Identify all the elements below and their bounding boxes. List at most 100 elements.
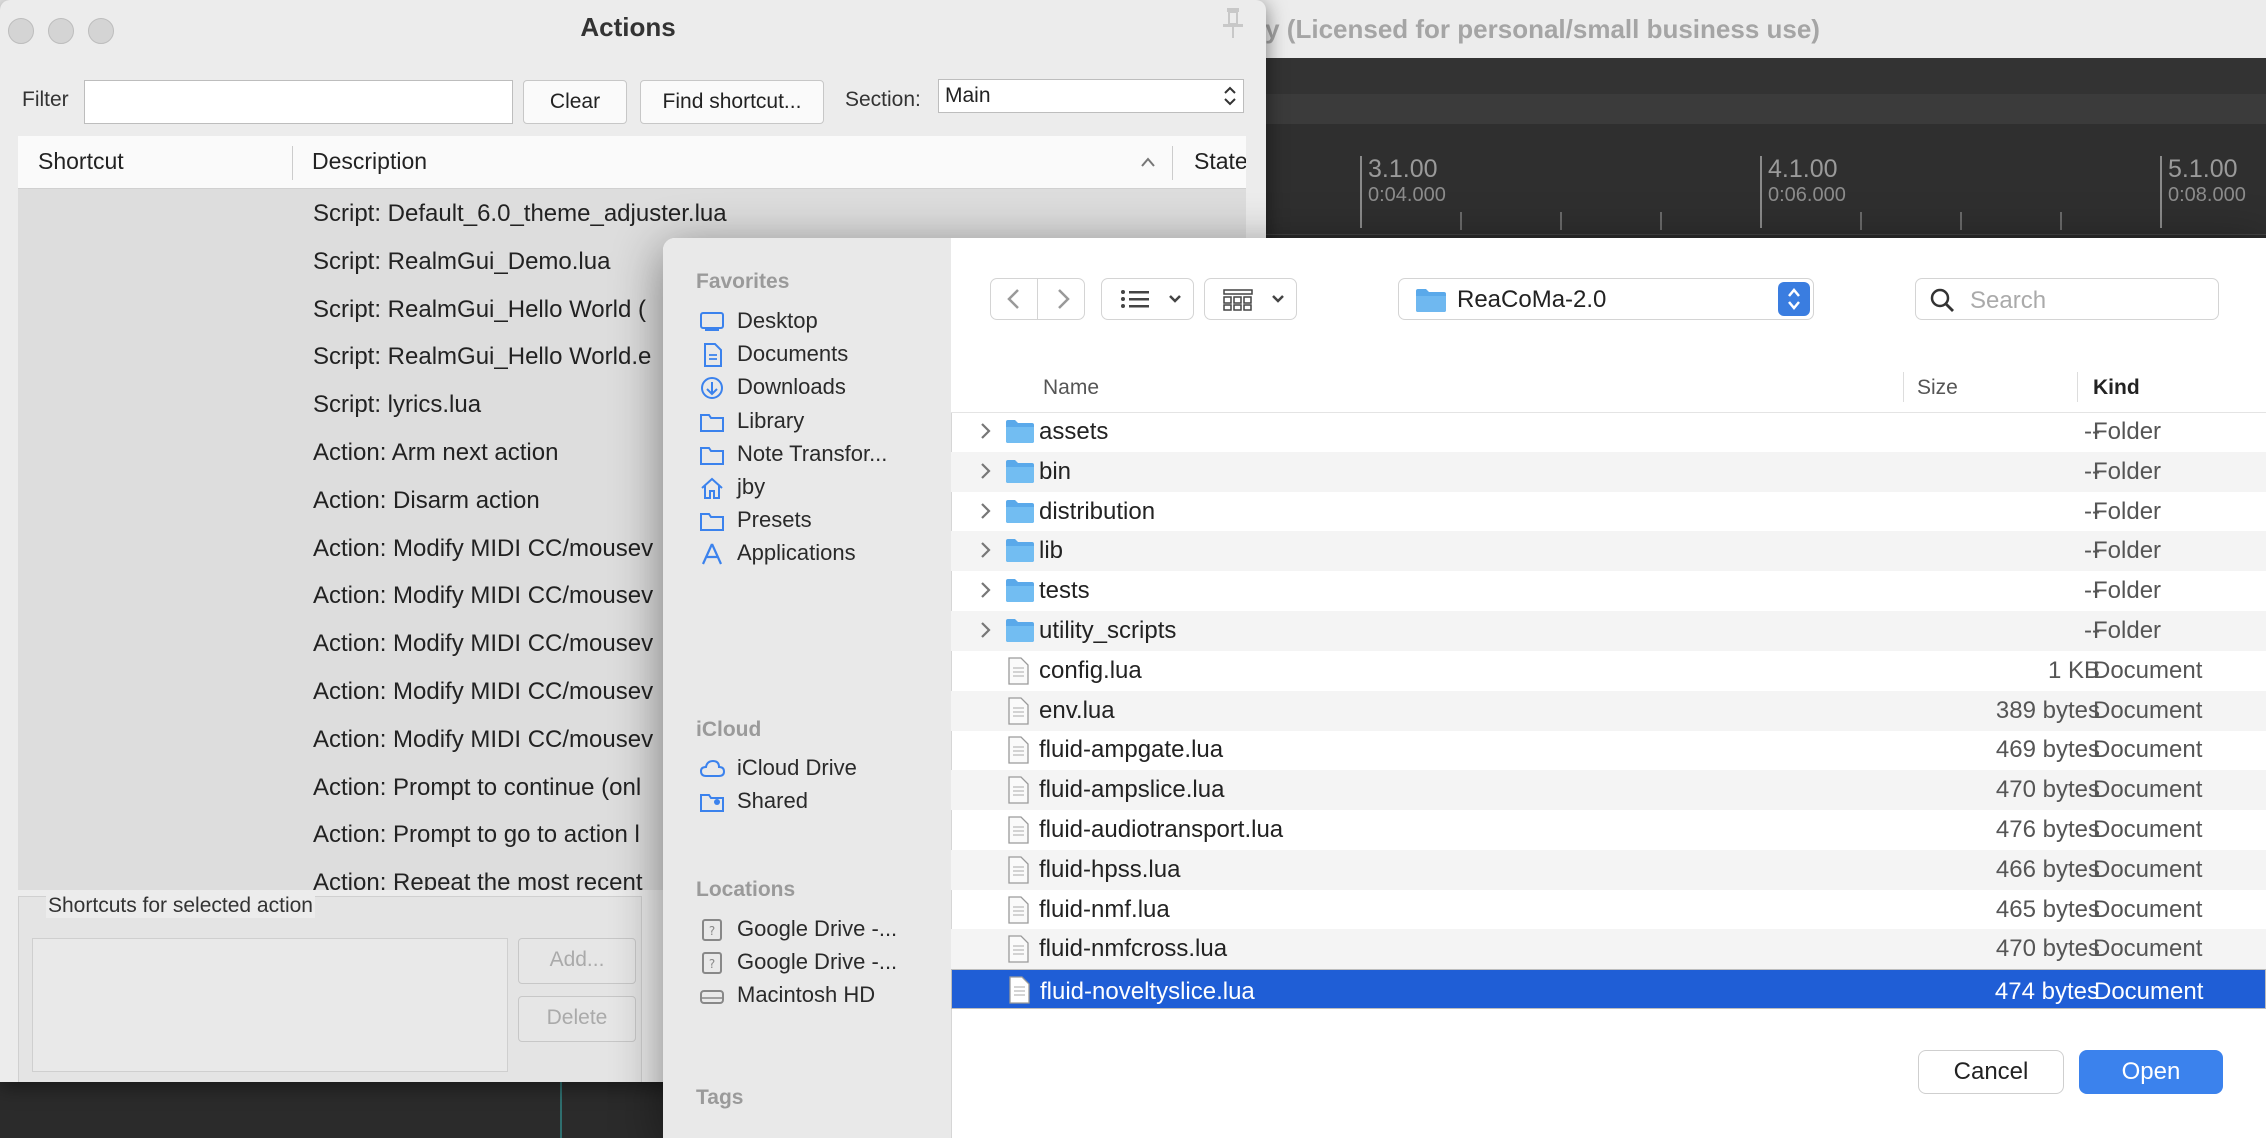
folder-row[interactable]: lib -- Folder [951,531,2266,572]
disclosure-triangle-icon[interactable] [979,621,991,639]
action-row[interactable]: Action: Arm next action [313,439,558,467]
file-name: fluid-noveltyslice.lua [1040,978,1255,1006]
action-row[interactable]: Action: Prompt to go to action l [313,821,640,849]
sidebar-item-label: iCloud Drive [737,755,857,780]
sidebar-item-label: Library [737,407,805,433]
file-row[interactable]: fluid-noveltyslice.lua 474 bytes Document [951,969,2266,1010]
section-select[interactable]: Main [938,79,1244,113]
disclosure-triangle-icon[interactable] [979,541,991,559]
action-row[interactable]: Script: RealmGui_Demo.lua [313,248,610,276]
file-row[interactable]: fluid-ampslice.lua 470 bytes Document [951,770,2266,811]
sidebar-item[interactable]: Downloads [699,369,939,405]
file-list[interactable]: assets -- Folder bin -- Folder distribution -- F… [951,412,2266,1010]
action-row[interactable]: Action: Prompt to continue (onl [313,774,641,802]
sidebar-item[interactable]: iCloud Drive [699,750,939,786]
file-kind: Document [2093,935,2203,963]
action-row[interactable]: Action: Modify MIDI CC/mousev [313,535,653,563]
folder-row[interactable]: distribution -- Folder [951,492,2266,532]
add-shortcut-button[interactable]: Add... [518,938,636,984]
sidebar-item[interactable]: Macintosh HD [699,977,939,1013]
file-row[interactable]: env.lua 389 bytes Document [951,690,2266,731]
file-name: fluid-ampslice.lua [1039,776,1225,804]
filter-input[interactable] [84,80,513,124]
file-kind: Document [2093,736,2203,764]
sidebar-item[interactable]: Note Transfor... [699,436,939,472]
file-name: fluid-audiotransport.lua [1039,816,1284,843]
list-view-button[interactable] [1101,278,1194,320]
delete-shortcut-button[interactable]: Delete [518,996,636,1042]
back-button[interactable] [990,278,1038,320]
folder-row[interactable]: bin -- Folder [951,451,2266,492]
cancel-button[interactable]: Cancel [1918,1050,2064,1094]
ruler-tick [2060,212,2062,230]
file-row[interactable]: config.lua 1 KB Document [951,651,2266,691]
sidebar-item-label: jby [737,474,766,499]
column-header-kind[interactable]: Kind [2093,376,2140,400]
file-size: 389 bytes [1995,696,2100,724]
file-row[interactable]: fluid-nmfcross.lua 470 bytes Document [951,929,2266,970]
action-row[interactable]: Script: Default_6.0_theme_adjuster.lua [313,200,727,228]
file-name: fluid-ampgate.lua [1039,736,1224,764]
document-icon [1008,776,1029,804]
folder-icon [1006,579,1034,603]
sidebar-item[interactable]: Library [699,403,939,439]
file-row[interactable]: fluid-nmf.lua 465 bytes Document [951,890,2266,930]
action-row[interactable]: Action: Modify MIDI CC/mousev [313,582,653,610]
sidebar-item[interactable]: Presets [699,502,939,538]
disclosure-triangle-icon[interactable] [979,581,991,599]
folder-row[interactable]: assets -- Folder [951,412,2266,452]
column-header-name[interactable]: Name [1043,376,1099,400]
open-button[interactable]: Open [2079,1050,2223,1094]
folder-icon [1006,499,1034,523]
sidebar-item[interactable]: Shared [699,783,939,819]
action-row[interactable]: Script: RealmGui_Hello World.e [313,343,651,371]
sidebar-item[interactable]: Desktop [699,303,939,339]
sidebar-item[interactable]: Applications [699,535,939,571]
ruler-tick [1660,212,1662,230]
svg-text:?: ? [709,924,715,938]
action-row[interactable]: Script: lyrics.lua [313,391,481,419]
list-view-icon [1121,290,1149,308]
file-row[interactable]: fluid-audiotransport.lua 476 bytes Documen… [951,810,2266,850]
folder-row[interactable]: utility_scripts -- Folder [951,611,2266,651]
dialog-toolbar: ReaCoMa-2.0 Search [951,238,2266,363]
home-icon [701,477,723,499]
file-name: env.lua [1039,696,1115,724]
pin-icon[interactable] [1218,6,1248,40]
sidebar-item[interactable]: jby [699,469,939,505]
file-row[interactable]: fluid-hpss.lua 466 bytes Document [951,849,2266,890]
disclosure-triangle-icon[interactable] [979,502,991,520]
action-row[interactable]: Action: Disarm action [313,487,540,515]
folder-row[interactable]: tests -- Folder [951,571,2266,611]
forward-button[interactable] [1037,278,1085,320]
applications-icon [701,543,723,565]
column-header-shortcut[interactable]: Shortcut [38,148,124,175]
action-row[interactable]: Action: Repeat the most recent [313,869,643,890]
disclosure-triangle-icon[interactable] [979,462,991,480]
file-name: bin [1039,457,1072,485]
action-row[interactable]: Action: Modify MIDI CC/mousev [313,630,653,658]
sidebar-item-label: Note Transfor... [737,440,888,466]
column-header-description[interactable]: Description [312,148,427,175]
file-row[interactable]: fluid-ampgate.lua 469 bytes Document [951,730,2266,770]
folder-icon [1006,420,1034,443]
path-popup-button[interactable]: ReaCoMa-2.0 [1398,278,1814,320]
column-header-state[interactable]: State [1194,148,1246,175]
group-view-button[interactable] [1204,278,1297,320]
sidebar-item[interactable]: ? Google Drive -... [699,944,939,980]
find-shortcut-button[interactable]: Find shortcut... [640,80,824,124]
action-row[interactable]: Action: Modify MIDI CC/mousev [313,678,653,706]
action-row[interactable]: Script: RealmGui_Hello World ( [313,296,646,324]
shortcuts-list[interactable] [32,938,508,1072]
clear-button[interactable]: Clear [523,80,627,124]
search-input[interactable]: Search [1915,278,2219,320]
file-kind: Document [2093,776,2203,804]
file-kind: Document [2093,895,2203,923]
action-row[interactable]: Action: Modify MIDI CC/mousev [313,726,653,754]
sidebar-item[interactable]: ? Google Drive -... [699,911,939,947]
disclosure-triangle-icon[interactable] [979,422,991,440]
document-icon [1008,856,1029,884]
file-kind: Document [2093,816,2203,843]
column-header-size[interactable]: Size [1917,376,1958,400]
sidebar-item[interactable]: Documents [699,336,939,372]
